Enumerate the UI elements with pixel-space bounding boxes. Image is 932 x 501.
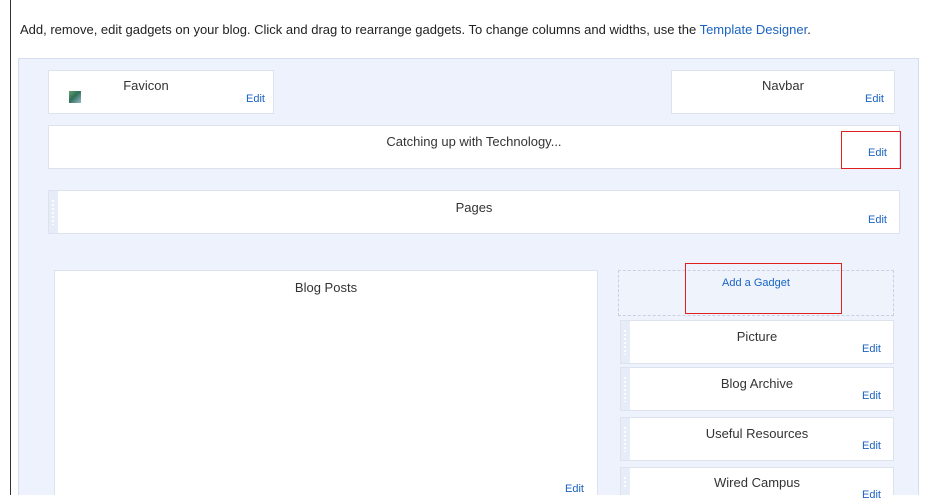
gadget-title: Wired Campus [714, 475, 800, 490]
gadget-navbar[interactable]: Navbar Edit [671, 70, 895, 114]
gadget-picture[interactable]: Picture Edit [620, 320, 894, 364]
layout-instructions: Add, remove, edit gadgets on your blog. … [20, 22, 811, 37]
navbar-edit-link[interactable]: Edit [865, 93, 884, 105]
instructions-period: . [807, 22, 811, 37]
blog-archive-edit-link[interactable]: Edit [862, 390, 881, 402]
useful-resources-edit-link[interactable]: Edit [862, 440, 881, 452]
gadget-pages[interactable]: Pages Edit [48, 190, 900, 234]
gadget-title: Pages [455, 200, 493, 215]
highlight-box-edit [841, 131, 901, 169]
instructions-text: Add, remove, edit gadgets on your blog. … [20, 22, 700, 37]
wired-campus-edit-link[interactable]: Edit [862, 489, 881, 501]
pages-edit-link[interactable]: Edit [868, 214, 887, 226]
gadget-title: Useful Resources [705, 426, 809, 441]
gadget-header[interactable]: Catching up with Technology... Edit [48, 125, 900, 169]
gadget-blog-posts[interactable]: Blog Posts Edit [54, 270, 598, 495]
highlight-box-add-gadget [685, 263, 842, 314]
gadget-title: Blog Archive [720, 376, 794, 391]
gadget-useful-resources[interactable]: Useful Resources Edit [620, 417, 894, 461]
gadget-title: Favicon [123, 78, 169, 93]
gadget-blog-archive[interactable]: Blog Archive Edit [620, 367, 894, 411]
gadget-title: Catching up with Technology... [386, 134, 562, 149]
gadget-wired-campus[interactable]: Wired Campus Edit [620, 467, 894, 501]
favicon-edit-link[interactable]: Edit [246, 93, 265, 105]
blog-posts-edit-link[interactable]: Edit [565, 483, 584, 495]
gadget-title: Navbar [762, 78, 804, 93]
gadget-title: Picture [736, 329, 778, 344]
gadget-title: Blog Posts [294, 280, 358, 295]
gadget-favicon[interactable]: Favicon Edit [48, 70, 274, 114]
template-designer-link[interactable]: Template Designer [700, 22, 808, 37]
picture-edit-link[interactable]: Edit [862, 343, 881, 355]
